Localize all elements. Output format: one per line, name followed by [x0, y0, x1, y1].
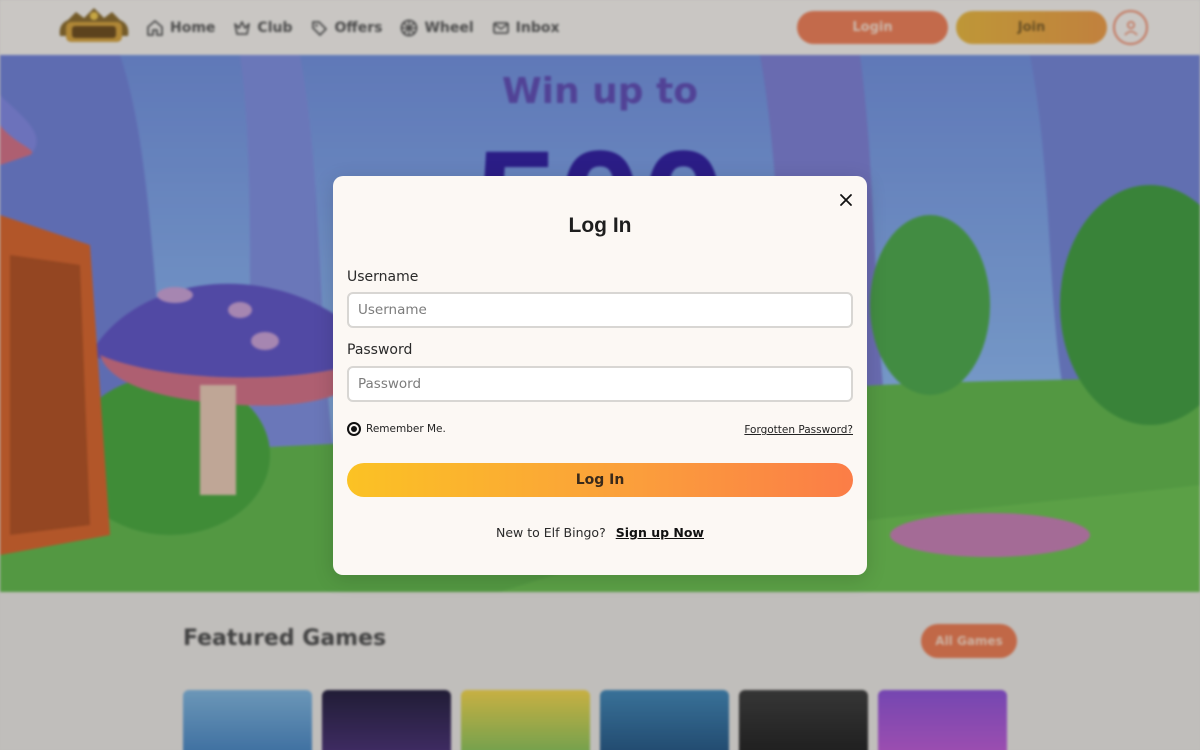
- password-label: Password: [347, 342, 413, 358]
- signup-prompt: New to Elf Bingo?: [496, 525, 606, 540]
- modal-title: Log In: [568, 214, 632, 237]
- remember-me-toggle[interactable]: Remember Me.: [347, 422, 446, 436]
- close-icon: [840, 194, 852, 206]
- password-input[interactable]: [347, 366, 853, 402]
- modal-close-button[interactable]: [836, 190, 856, 210]
- radio-selected-dot: [351, 426, 357, 432]
- login-modal: Log In Username Password Remember Me. Fo…: [333, 176, 867, 575]
- signup-link[interactable]: Sign up Now: [616, 525, 704, 540]
- forgot-password-link[interactable]: Forgotten Password?: [744, 424, 853, 436]
- remember-me-radio[interactable]: [347, 422, 361, 436]
- login-submit-button[interactable]: Log In: [347, 463, 853, 497]
- signup-row: New to Elf Bingo? Sign up Now: [333, 525, 867, 540]
- remember-me-label: Remember Me.: [366, 423, 446, 435]
- username-label: Username: [347, 269, 419, 285]
- username-input[interactable]: [347, 292, 853, 328]
